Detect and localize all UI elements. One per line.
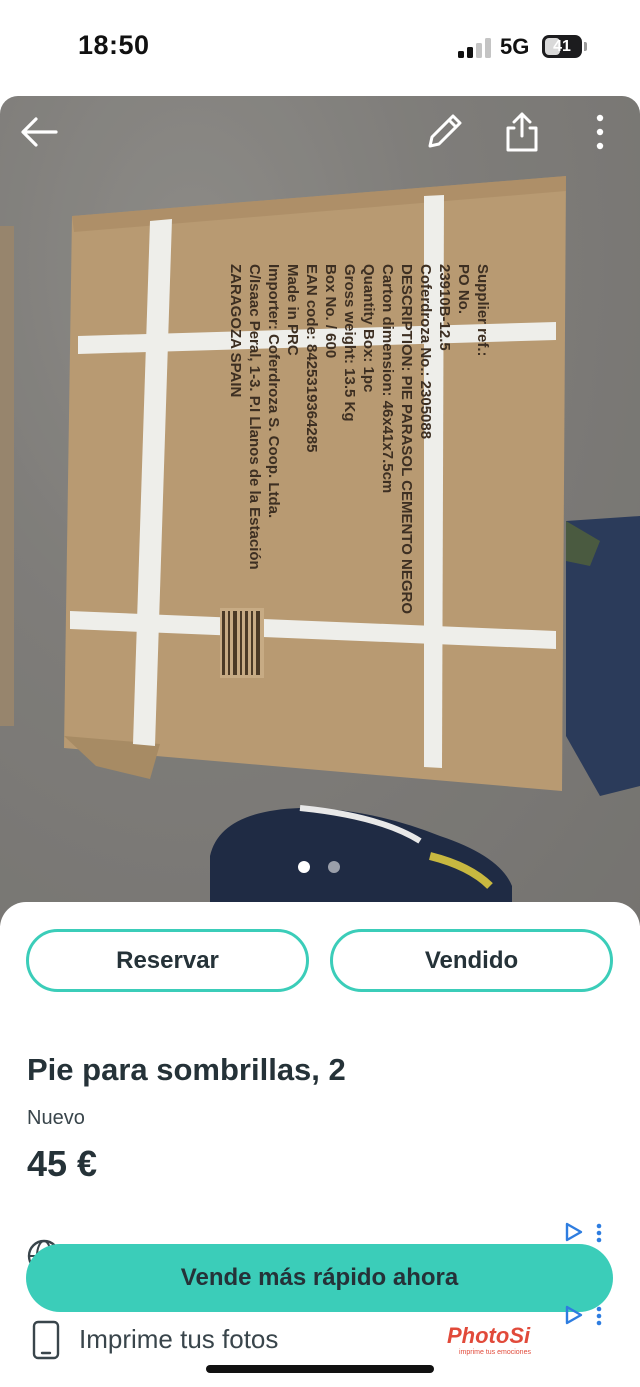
reserve-button[interactable]: Reservar: [26, 929, 309, 992]
box-label-line: Importer: Coferdroza S. Coop. Ltda.: [265, 264, 282, 518]
box-label-line: Carton dimension: 46x41x7.5cm: [379, 264, 396, 493]
box-label-line: DESCRIPTION: PIE PARASOL CEMENTO NEGRO: [398, 264, 415, 614]
product-photo[interactable]: Supplier ref.: PO No. 23910B-12.5 Coferdroz…: [0, 96, 640, 926]
battery-level: 41: [553, 38, 571, 55]
box-photo-illustration: Supplier ref.:PO No.23910B-12.5Coferdroz…: [0, 96, 640, 926]
mark-sold-button[interactable]: Vendido: [330, 929, 613, 992]
product-condition: Nuevo: [27, 1107, 85, 1129]
home-indicator: [206, 1365, 434, 1373]
battery-icon: 41: [542, 35, 582, 58]
box-label-line: Made in PRC: [284, 264, 301, 356]
box-label-line: 23910B-12.5: [436, 264, 453, 351]
box-label-line: Supplier ref.:: [474, 264, 491, 357]
ad-headline[interactable]: Imprime tus fotos: [79, 1324, 278, 1355]
phone-icon: [32, 1320, 60, 1365]
pagination-dot-active[interactable]: [298, 861, 310, 873]
advertiser-logo[interactable]: PhotoSi imprime tus emociones: [447, 1323, 543, 1363]
back-arrow-icon[interactable]: [16, 108, 64, 156]
barcode: [220, 608, 264, 678]
box-label-line: Quantity Box: 1pc: [360, 264, 377, 392]
box-label-line: Box No. / 600: [322, 264, 339, 358]
sell-faster-button[interactable]: Vende más rápido ahora: [26, 1244, 613, 1312]
box-label-line: C/Isaac Peral, 1-3. P.I Llanos de la Est…: [246, 264, 263, 570]
battery-tip: [584, 42, 587, 51]
photo-pagination: [292, 861, 352, 873]
pagination-dot[interactable]: [328, 861, 340, 873]
cellular-signal-icon: [458, 38, 492, 58]
box-label-line: EAN code: 8425319364285: [303, 264, 320, 452]
ad-choices-icon[interactable]: [563, 1303, 609, 1332]
share-icon[interactable]: [498, 108, 546, 156]
box-label-line: PO No.: [455, 264, 472, 314]
network-type: 5G: [500, 34, 530, 59]
box-label-line: ZARAGOZA SPAIN: [227, 264, 244, 397]
brand-name: PhotoSi: [447, 1323, 531, 1348]
product-title: Pie para sombrillas, 2: [27, 1052, 346, 1087]
more-vertical-icon[interactable]: [578, 108, 626, 156]
product-price: 45 €: [27, 1143, 98, 1184]
brand-tagline: imprime tus emociones: [459, 1349, 531, 1356]
box-label-line: Gross weight: 13.5 Kg: [341, 264, 358, 422]
status-bar: 18:50 5G 41: [0, 0, 640, 96]
status-time: 18:50: [78, 30, 150, 60]
box-label-line: Coferdroza No.: 2305088: [417, 264, 434, 439]
pencil-icon[interactable]: [420, 108, 468, 156]
